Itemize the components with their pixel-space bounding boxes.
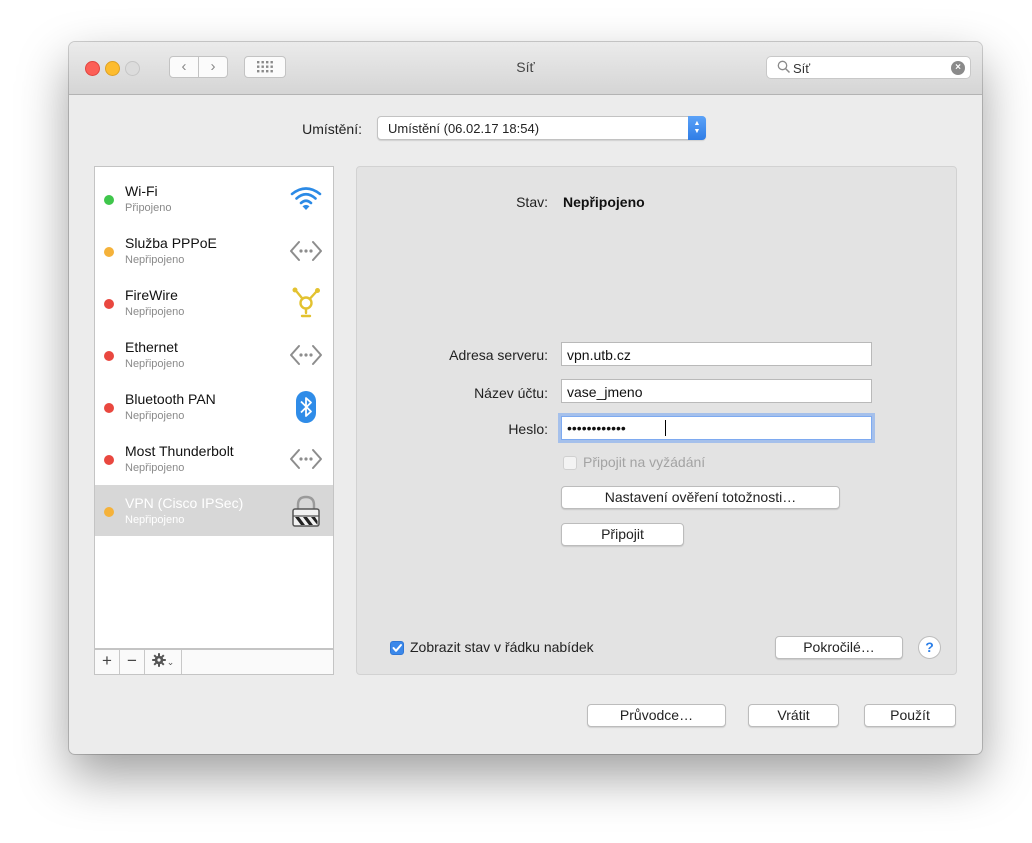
text-cursor [665, 420, 666, 436]
status-dot [104, 195, 114, 205]
password-label: Heslo: [508, 421, 548, 437]
password-field[interactable]: •••••••••••• [561, 416, 872, 440]
show-status-label: Zobrazit stav v řádku nabídek [410, 639, 594, 655]
service-name: Služba PPPoE [125, 235, 217, 251]
apply-button[interactable]: Použít [864, 704, 956, 727]
connect-button[interactable]: Připojit [561, 523, 684, 546]
authentication-settings-button[interactable]: Nastavení ověření totožnosti… [561, 486, 840, 509]
location-label: Umístění: [302, 121, 362, 137]
service-status: Nepřipojeno [125, 462, 185, 474]
service-status: Připojeno [125, 202, 172, 214]
bluetooth-icon [296, 391, 316, 423]
chevron-down-icon: ⌄ [166, 657, 175, 667]
password-value: •••••••••••• [567, 420, 626, 436]
location-value: Umístění (06.02.17 18:54) [388, 121, 540, 136]
advanced-button[interactable]: Pokročilé… [775, 636, 903, 659]
connect-on-demand-checkbox[interactable] [563, 456, 577, 470]
title-bar: ‹ › Síť Síť × [69, 42, 982, 95]
network-arrows-icon [290, 345, 322, 365]
status-value: Nepřipojeno [563, 194, 645, 210]
checkmark-icon [392, 644, 402, 652]
clear-icon[interactable]: × [951, 61, 965, 75]
gear-icon [151, 653, 166, 667]
revert-button[interactable]: Vrátit [748, 704, 839, 727]
server-address-label: Adresa serveru: [449, 347, 548, 363]
show-status-checkbox[interactable] [390, 641, 404, 655]
service-status: Nepřipojeno [125, 254, 185, 266]
account-name-value: vase_jmeno [567, 384, 643, 400]
status-dot [104, 403, 114, 413]
service-item-vpn[interactable]: VPN (Cisco IPSec) Nepřipojeno [95, 485, 333, 536]
service-item-thunderbolt-bridge[interactable]: Most Thunderbolt Nepřipojeno [95, 433, 333, 484]
status-dot [104, 351, 114, 361]
service-status: Nepřipojeno [125, 410, 185, 422]
remove-service-button[interactable]: − [120, 650, 145, 674]
account-name-field[interactable]: vase_jmeno [561, 379, 872, 403]
vpn-lock-icon [292, 495, 320, 527]
status-dot [104, 507, 114, 517]
vpn-detail-panel: Stav: Nepřipojeno Adresa serveru: vpn.ut… [356, 166, 957, 675]
action-menu-button[interactable]: ⌄ [145, 650, 182, 674]
search-input[interactable]: Síť [793, 61, 810, 76]
firewire-icon [292, 287, 320, 318]
add-service-button[interactable]: + [95, 650, 120, 674]
service-name: VPN (Cisco IPSec) [125, 495, 244, 511]
location-popup[interactable]: Umístění (06.02.17 18:54) ▲ ▼ [377, 116, 706, 140]
wifi-icon [290, 187, 322, 210]
status-dot [104, 299, 114, 309]
assistant-button[interactable]: Průvodce… [587, 704, 726, 727]
server-address-field[interactable]: vpn.utb.cz [561, 342, 872, 366]
status-dot [104, 247, 114, 257]
service-name: FireWire [125, 287, 178, 303]
service-item-bluetooth-pan[interactable]: Bluetooth PAN Nepřipojeno [95, 381, 333, 432]
service-list-toolbar: + − ⌄ [94, 649, 334, 675]
search-icon [777, 60, 791, 74]
network-arrows-icon [290, 241, 322, 261]
status-dot [104, 455, 114, 465]
service-status: Nepřipojeno [125, 514, 185, 526]
account-name-label: Název účtu: [474, 385, 548, 401]
minus-icon: − [127, 651, 137, 670]
search-field[interactable]: Síť × [766, 56, 971, 79]
service-list: Wi-Fi Připojeno Služba PPPoE Nepřipojeno [94, 166, 334, 649]
network-arrows-icon [290, 449, 322, 469]
server-address-value: vpn.utb.cz [567, 347, 631, 363]
service-name: Most Thunderbolt [125, 443, 234, 459]
service-item-firewire[interactable]: FireWire Nepřipojeno [95, 277, 333, 328]
service-item-wifi[interactable]: Wi-Fi Připojeno [95, 173, 333, 224]
service-name: Wi-Fi [125, 183, 158, 199]
service-item-ethernet[interactable]: Ethernet Nepřipojeno [95, 329, 333, 380]
status-label: Stav: [516, 194, 548, 210]
service-status: Nepřipojeno [125, 358, 185, 370]
service-item-pppoe[interactable]: Služba PPPoE Nepřipojeno [95, 225, 333, 276]
updown-arrows-icon: ▲ ▼ [688, 116, 706, 140]
network-preferences-window: ‹ › Síť Síť × Umístění: Umístění (06.02.… [69, 42, 982, 754]
service-status: Nepřipojeno [125, 306, 185, 318]
plus-icon: + [102, 651, 112, 670]
service-name: Bluetooth PAN [125, 391, 216, 407]
service-name: Ethernet [125, 339, 178, 355]
connect-on-demand-label: Připojit na vyžádání [583, 454, 706, 470]
help-button[interactable]: ? [918, 636, 941, 659]
